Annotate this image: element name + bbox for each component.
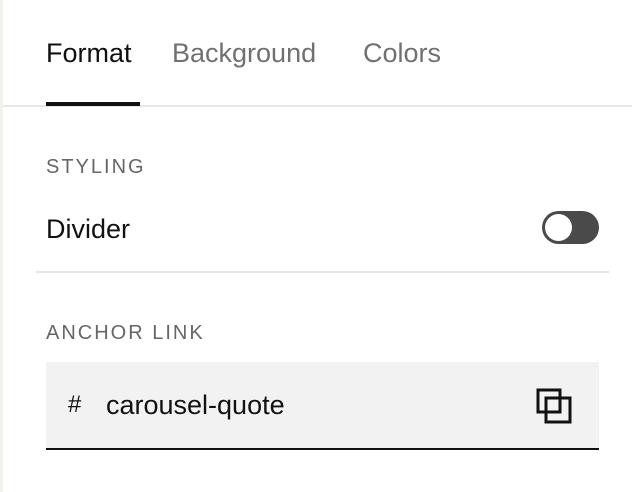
divider-label: Divider <box>46 214 131 244</box>
anchor-link-field[interactable]: # carousel-quote <box>46 362 599 450</box>
section-settings-panel: Format Background Colors STYLING Divider… <box>0 0 632 492</box>
anchor-link-input[interactable]: carousel-quote <box>106 388 285 422</box>
styling-section-label: STYLING <box>46 156 146 178</box>
hash-prefix: # <box>68 391 82 418</box>
active-tab-indicator <box>46 102 140 106</box>
copy-icon[interactable] <box>536 388 572 424</box>
anchor-link-section-label: ANCHOR LINK <box>46 322 205 344</box>
tab-bar: Format Background Colors <box>3 0 632 107</box>
tab-colors[interactable]: Colors <box>363 36 441 70</box>
section-divider <box>36 271 609 273</box>
divider-toggle[interactable] <box>542 211 599 244</box>
tab-format[interactable]: Format <box>46 36 132 70</box>
tab-background[interactable]: Background <box>172 36 316 70</box>
toggle-knob <box>545 214 572 241</box>
